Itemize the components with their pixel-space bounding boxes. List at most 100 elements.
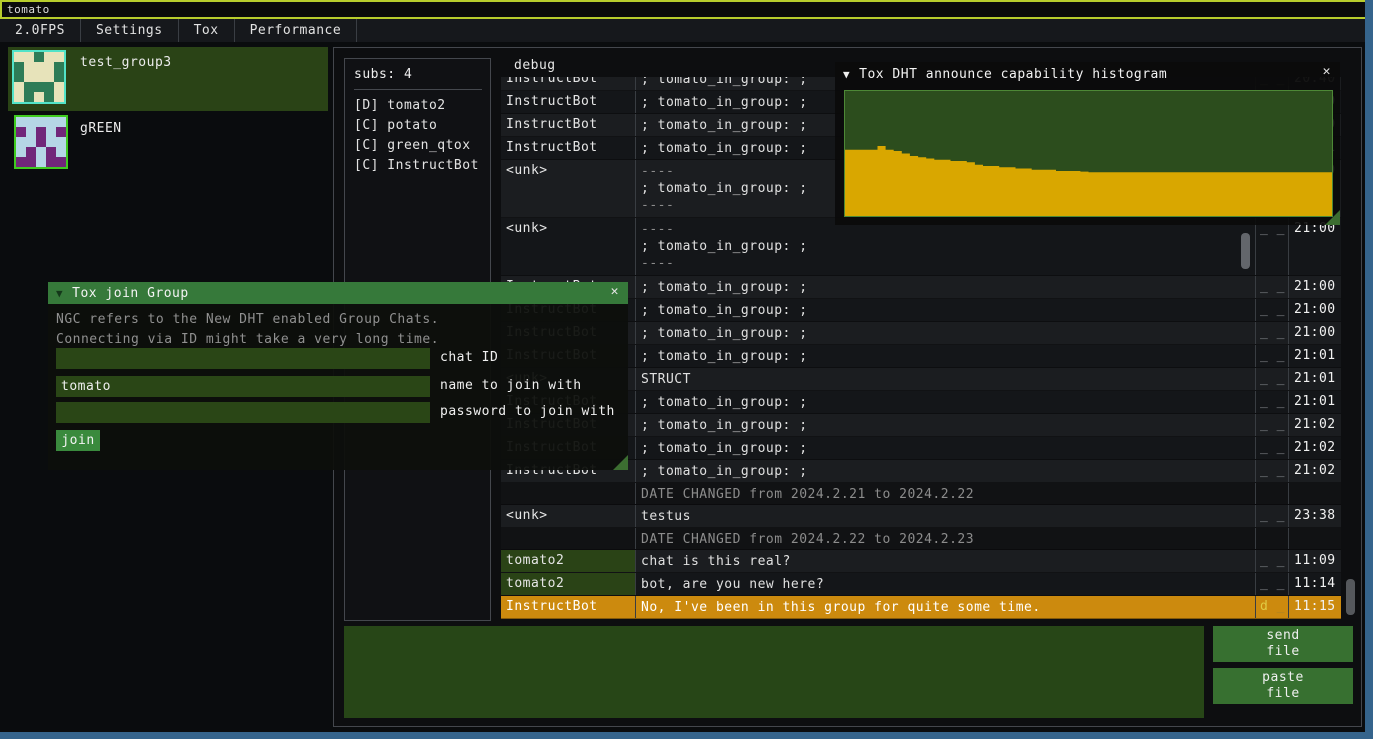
timestamp xyxy=(1289,528,1341,549)
histogram-plot xyxy=(845,91,1332,216)
menu-performance[interactable]: Performance xyxy=(235,19,358,42)
subs-member[interactable]: [C] green_qtox xyxy=(354,136,490,156)
delivery-flags: _ _ xyxy=(1256,414,1289,436)
close-icon[interactable]: ✕ xyxy=(1323,64,1331,79)
message-cell: testus xyxy=(636,505,1256,527)
chat-id-label: chat ID xyxy=(440,350,498,365)
timestamp: 21:02 xyxy=(1289,460,1341,482)
menu-tox[interactable]: Tox xyxy=(179,19,235,42)
delivery-flags: _ _ xyxy=(1256,460,1289,482)
delivery-flags: _ _ xyxy=(1256,368,1289,390)
subs-count: subs: 4 xyxy=(354,67,490,82)
message-row: tomato2chat is this real?_ _11:09 xyxy=(501,550,1341,573)
separator xyxy=(354,89,482,90)
join-group-window: ▼ Tox join Group ✕ NGC refers to the New… xyxy=(48,282,628,470)
button-label: file xyxy=(1213,644,1353,660)
histogram-chart xyxy=(845,91,1332,216)
delivery-flags: _ _ xyxy=(1256,391,1289,413)
button-label: paste xyxy=(1213,670,1353,686)
collapse-arrow-icon[interactable]: ▼ xyxy=(843,68,850,81)
delivery-flags: _ _ xyxy=(1256,505,1289,527)
delivery-flags: _ _ xyxy=(1256,573,1289,595)
sender-cell: <unk> xyxy=(501,160,636,217)
timestamp: 11:15 xyxy=(1289,596,1341,618)
sender-cell: <unk> xyxy=(501,218,636,275)
group-item-test-group3[interactable]: test_group3 xyxy=(8,47,328,111)
message-cell: bot, are you new here? xyxy=(636,573,1256,595)
group-avatar xyxy=(12,50,66,104)
window-border-bottom xyxy=(0,732,1373,739)
subs-member[interactable]: [C] InstructBot xyxy=(354,156,490,176)
timestamp: 11:14 xyxy=(1289,573,1341,595)
chat-id-input[interactable] xyxy=(56,348,430,369)
timestamp: 21:00 xyxy=(1289,299,1341,321)
message-cell: ; tomato_in_group: ; xyxy=(636,276,1256,298)
delivery-flags: _ _ xyxy=(1256,276,1289,298)
ngc-hint-line1: NGC refers to the New DHT enabled Group … xyxy=(56,312,439,327)
sender-cell: InstructBot xyxy=(501,77,636,90)
ngc-hint-line2: Connecting via ID might take a very long… xyxy=(56,332,439,347)
date-separator-row: DATE CHANGED from 2024.2.21 to 2024.2.22 xyxy=(501,483,1341,505)
message-cell: ; tomato_in_group: ; xyxy=(636,414,1256,436)
group-item-green[interactable]: gREEN xyxy=(8,113,328,173)
join-name-label: name to join with xyxy=(440,378,582,393)
message-row: <unk>----; tomato_in_group: ;----_ _21:0… xyxy=(501,218,1341,276)
join-window-titlebar[interactable]: ▼ Tox join Group ✕ xyxy=(48,282,628,304)
tab-debug[interactable]: debug xyxy=(514,58,556,77)
delivery-flags: _ _ xyxy=(1256,437,1289,459)
delivery-flags: _ _ xyxy=(1256,322,1289,344)
timestamp: 21:02 xyxy=(1289,437,1341,459)
join-window-title: Tox join Group xyxy=(72,286,189,301)
message-cell: ; tomato_in_group: ; xyxy=(636,345,1256,367)
subs-member[interactable]: [D] tomato2 xyxy=(354,96,490,116)
message-cell: ; tomato_in_group: ; xyxy=(636,322,1256,344)
timestamp: 21:00 xyxy=(1289,276,1341,298)
date-separator-row: DATE CHANGED from 2024.2.22 to 2024.2.23 xyxy=(501,528,1341,550)
message-cell: ; tomato_in_group: ; xyxy=(636,460,1256,482)
message-row: InstructBotNo, I've been in this group f… xyxy=(501,596,1341,619)
sender-cell: tomato2 xyxy=(501,550,636,572)
delivery-flags: _ _ xyxy=(1256,218,1289,275)
window-titlebar[interactable]: tomato xyxy=(0,0,1373,19)
delivery-flags xyxy=(1256,483,1289,504)
sender-cell: <unk> xyxy=(501,505,636,527)
subs-member[interactable]: [C] potato xyxy=(354,116,490,136)
menu-bar: 2.0FPS Settings Tox Performance xyxy=(0,19,1373,42)
join-button[interactable]: join xyxy=(56,430,100,451)
timestamp xyxy=(1289,483,1341,504)
timestamp: 21:01 xyxy=(1289,345,1341,367)
message-row: <unk>testus_ _23:38 xyxy=(501,505,1341,528)
message-input[interactable] xyxy=(344,626,1204,718)
join-name-input[interactable] xyxy=(56,376,430,397)
inner-scrollbar-thumb[interactable] xyxy=(1241,233,1250,269)
subs-list: [D] tomato2[C] potato[C] green_qtox[C] I… xyxy=(354,96,490,176)
window-border-right xyxy=(1365,0,1373,739)
fps-counter: 2.0FPS xyxy=(0,19,81,42)
timestamp: 21:00 xyxy=(1289,322,1341,344)
paste-file-button[interactable]: paste file xyxy=(1213,668,1353,704)
message-cell: DATE CHANGED from 2024.2.21 to 2024.2.22 xyxy=(636,483,1256,504)
delivery-flags: d _ xyxy=(1256,596,1289,618)
timestamp: 21:01 xyxy=(1289,391,1341,413)
sender-cell: tomato2 xyxy=(501,573,636,595)
histogram-window-titlebar[interactable]: ▼ Tox DHT announce capability histogram … xyxy=(835,62,1340,86)
resize-grip[interactable] xyxy=(613,455,628,470)
send-file-button[interactable]: send file xyxy=(1213,626,1353,662)
button-label: file xyxy=(1213,686,1353,702)
close-icon[interactable]: ✕ xyxy=(611,284,619,299)
resize-grip[interactable] xyxy=(1325,210,1340,225)
chat-scrollbar-thumb[interactable] xyxy=(1346,579,1355,615)
collapse-arrow-icon[interactable]: ▼ xyxy=(56,287,63,300)
message-cell: No, I've been in this group for quite so… xyxy=(636,596,1256,618)
sender-cell xyxy=(501,483,636,504)
join-password-input[interactable] xyxy=(56,402,430,423)
group-name: gREEN xyxy=(80,121,122,136)
message-cell: ; tomato_in_group: ; xyxy=(636,437,1256,459)
menu-settings[interactable]: Settings xyxy=(81,19,179,42)
join-password-label: password to join with xyxy=(440,404,615,419)
sender-cell: InstructBot xyxy=(501,137,636,159)
sender-cell: InstructBot xyxy=(501,114,636,136)
dht-histogram-window: ▼ Tox DHT announce capability histogram … xyxy=(835,62,1340,225)
timestamp: 23:38 xyxy=(1289,505,1341,527)
group-name: test_group3 xyxy=(80,55,172,70)
